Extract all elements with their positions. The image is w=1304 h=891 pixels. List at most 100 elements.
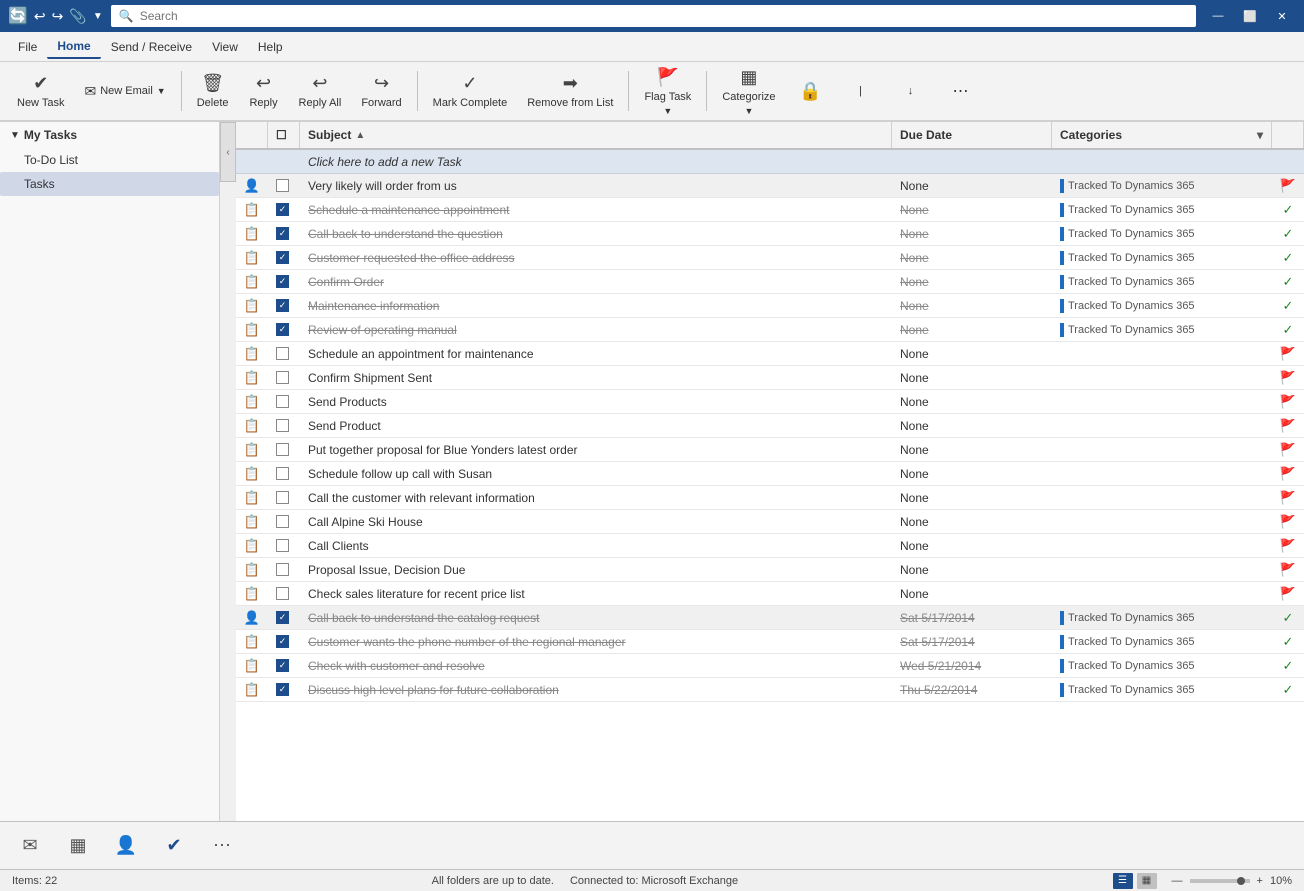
row-subject[interactable]: Schedule follow up call with Susan (300, 465, 892, 483)
row-flag-cell[interactable]: 🚩 (1272, 560, 1304, 580)
nav-people-button[interactable]: 👤 (104, 826, 148, 866)
table-row[interactable]: 📋Customer wants the phone number of the … (236, 630, 1304, 654)
reply-all-button[interactable]: ↩ Reply All (290, 65, 351, 117)
sidebar-item-todo[interactable]: To-Do List (0, 148, 219, 172)
new-email-button[interactable]: ✉ New Email ▼ (75, 65, 174, 117)
table-row[interactable]: 📋Check sales literature for recent price… (236, 582, 1304, 606)
menu-help[interactable]: Help (248, 36, 293, 58)
row-checkbox[interactable] (276, 395, 289, 408)
row-flag-cell[interactable]: ✓ (1272, 680, 1304, 700)
row-flag-cell[interactable]: ✓ (1272, 296, 1304, 316)
flag-icon[interactable]: 🚩 (1280, 466, 1296, 482)
table-row[interactable]: 📋Call Alpine Ski HouseNone🚩 (236, 510, 1304, 534)
table-row[interactable]: 📋Put together proposal for Blue Yonders … (236, 438, 1304, 462)
remove-from-list-button[interactable]: ➡ Remove from List (518, 65, 622, 117)
complete-checkmark-icon[interactable]: ✓ (1283, 298, 1294, 314)
th-subject[interactable]: Subject ▲ (300, 122, 892, 148)
row-subject[interactable]: Put together proposal for Blue Yonders l… (300, 441, 892, 459)
complete-checkmark-icon[interactable]: ✓ (1283, 610, 1294, 626)
forward-button[interactable]: ↪ Forward (352, 65, 410, 117)
row-flag-cell[interactable]: 🚩 (1272, 512, 1304, 532)
search-bar[interactable]: 🔍 (111, 5, 1196, 27)
row-subject[interactable]: Customer requested the office address (300, 249, 892, 267)
row-subject[interactable]: Review of operating manual (300, 321, 892, 339)
row-subject[interactable]: Schedule an appointment for maintenance (300, 345, 892, 363)
close-button[interactable]: ✕ (1268, 6, 1296, 26)
table-row[interactable]: 📋Send ProductNone🚩 (236, 414, 1304, 438)
row-subject[interactable]: Discuss high level plans for future coll… (300, 681, 892, 699)
table-row[interactable]: 📋Confirm OrderNoneTracked To Dynamics 36… (236, 270, 1304, 294)
zoom-slider[interactable] (1190, 879, 1250, 883)
row-subject[interactable]: Schedule a maintenance appointment (300, 201, 892, 219)
row-checkbox[interactable] (276, 443, 289, 456)
menu-home[interactable]: Home (47, 35, 100, 59)
row-flag-cell[interactable]: 🚩 (1272, 440, 1304, 460)
table-row[interactable]: 📋Customer requested the office addressNo… (236, 246, 1304, 270)
complete-checkmark-icon[interactable]: ✓ (1283, 250, 1294, 266)
flag-icon[interactable]: 🚩 (1280, 490, 1296, 506)
minimize-button[interactable]: — (1204, 6, 1232, 26)
row-flag-cell[interactable]: 🚩 (1272, 368, 1304, 388)
row-checkbox[interactable] (276, 323, 289, 336)
row-checkbox[interactable] (276, 227, 289, 240)
view-icon-grid[interactable]: ▦ (1137, 873, 1157, 889)
complete-checkmark-icon[interactable]: ✓ (1283, 634, 1294, 650)
sidebar-item-tasks[interactable]: Tasks (0, 172, 219, 196)
flag-icon[interactable]: 🚩 (1280, 394, 1296, 410)
add-task-label[interactable]: Click here to add a new Task (300, 150, 892, 173)
table-row[interactable]: 📋Call the customer with relevant informa… (236, 486, 1304, 510)
row-subject[interactable]: Call the customer with relevant informat… (300, 489, 892, 507)
table-row[interactable]: 📋Call ClientsNone🚩 (236, 534, 1304, 558)
add-task-row[interactable]: Click here to add a new Task (236, 150, 1304, 174)
row-checkbox[interactable] (276, 347, 289, 360)
table-row[interactable]: 📋Maintenance informationNoneTracked To D… (236, 294, 1304, 318)
row-subject[interactable]: Customer wants the phone number of the r… (300, 633, 892, 651)
reply-button[interactable]: ↩ Reply (240, 65, 288, 117)
new-email-dropdown-icon[interactable]: ▼ (157, 86, 166, 96)
table-row[interactable]: 📋Call back to understand the questionNon… (236, 222, 1304, 246)
row-subject[interactable]: Maintenance information (300, 297, 892, 315)
row-subject[interactable]: Confirm Shipment Sent (300, 369, 892, 387)
table-row[interactable]: 📋Review of operating manualNoneTracked T… (236, 318, 1304, 342)
flag-icon[interactable]: 🚩 (1280, 586, 1296, 602)
flag-icon[interactable]: 🚩 (1280, 538, 1296, 554)
categorize-button[interactable]: ▦ Categorize ▼ (713, 65, 784, 117)
row-checkbox[interactable] (276, 659, 289, 672)
row-checkbox[interactable] (276, 515, 289, 528)
paperclip-icon[interactable]: 📎 (69, 8, 86, 25)
table-row[interactable]: 📋Schedule an appointment for maintenance… (236, 342, 1304, 366)
delete-button[interactable]: 🗑 Delete (188, 65, 238, 117)
lock-button[interactable]: 🔒 (787, 65, 835, 117)
table-row[interactable]: 📋Schedule a maintenance appointmentNoneT… (236, 198, 1304, 222)
row-subject[interactable]: Send Product (300, 417, 892, 435)
restore-button[interactable]: ⬜ (1236, 6, 1264, 26)
flag-task-button[interactable]: 🚩 Flag Task ▼ (635, 65, 700, 117)
row-subject[interactable]: Confirm Order (300, 273, 892, 291)
menu-view[interactable]: View (202, 36, 248, 58)
categorize-dropdown-icon[interactable]: ▼ (744, 106, 753, 116)
sidebar-section-my-tasks[interactable]: ▼ My Tasks (0, 122, 219, 148)
complete-checkmark-icon[interactable]: ✓ (1283, 274, 1294, 290)
row-checkbox[interactable] (276, 491, 289, 504)
row-checkbox[interactable] (276, 635, 289, 648)
separator-line-button[interactable]: | (837, 65, 885, 117)
row-flag-cell[interactable]: 🚩 (1272, 392, 1304, 412)
flag-icon[interactable]: 🚩 (1280, 442, 1296, 458)
table-row[interactable]: 📋Proposal Issue, Decision DueNone🚩 (236, 558, 1304, 582)
row-subject[interactable]: Proposal Issue, Decision Due (300, 561, 892, 579)
row-checkbox[interactable] (276, 419, 289, 432)
more-options-button[interactable]: ⋯ (937, 65, 985, 117)
table-row[interactable]: 📋Confirm Shipment SentNone🚩 (236, 366, 1304, 390)
undo-icon[interactable]: ↩ (34, 8, 46, 25)
nav-tasks-button[interactable]: ✔ (152, 826, 196, 866)
row-checkbox[interactable] (276, 563, 289, 576)
complete-checkmark-icon[interactable]: ✓ (1283, 226, 1294, 242)
flag-icon[interactable]: 🚩 (1280, 418, 1296, 434)
search-input[interactable] (140, 9, 1188, 23)
table-row[interactable]: 📋Discuss high level plans for future col… (236, 678, 1304, 702)
row-checkbox[interactable] (276, 539, 289, 552)
row-subject[interactable]: Send Products (300, 393, 892, 411)
flag-dropdown-icon[interactable]: ▼ (663, 106, 672, 116)
new-task-button[interactable]: ✔ New Task (8, 65, 73, 117)
row-checkbox[interactable] (276, 467, 289, 480)
